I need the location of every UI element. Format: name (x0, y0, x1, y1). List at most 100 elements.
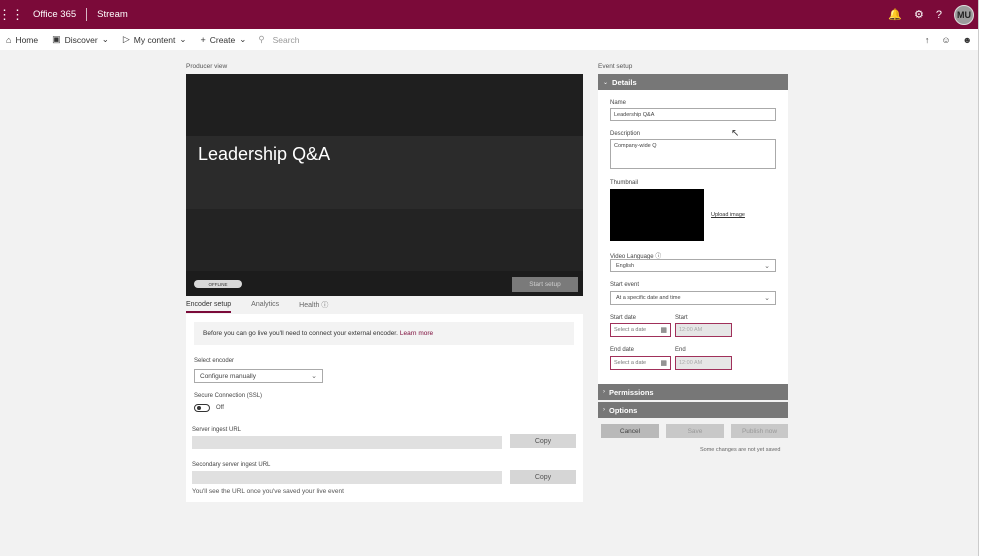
nav-my-content[interactable]: ▷ My content ⌄ (123, 34, 187, 45)
chevron-down-icon: ⌄ (101, 34, 109, 44)
learn-more-link[interactable]: Learn more (400, 330, 433, 337)
chevron-down-icon: ⌄ (311, 373, 317, 380)
description-input[interactable]: Company-wide Q (610, 139, 776, 169)
encoder-select[interactable]: Configure manually ⌄ (194, 369, 323, 383)
server-url-field[interactable] (192, 436, 502, 449)
discover-icon: ▣ (52, 34, 61, 44)
ssl-state: Off (216, 405, 224, 411)
suite-header: ⋮⋮ Office 365 Stream 🔔 ⚙ ? MU (0, 0, 978, 29)
event-setup-label: Event setup (598, 63, 633, 70)
help-icon[interactable]: ? (936, 9, 942, 21)
save-button[interactable]: Save (666, 424, 724, 438)
options-accordion[interactable]: › Options (598, 402, 788, 418)
start-date-placeholder: Select a date (614, 327, 647, 333)
end-time-label: End (675, 347, 686, 353)
upload-image-link[interactable]: Upload image (711, 212, 745, 218)
nav-create[interactable]: + Create ⌄ (200, 34, 246, 45)
chevron-down-icon: ⌄ (179, 34, 187, 44)
name-input[interactable]: Leadership Q&A (610, 108, 776, 121)
encoder-info-text: Before you can go live you'll need to co… (203, 330, 398, 337)
gear-icon[interactable]: ⚙ (914, 8, 924, 21)
tab-analytics[interactable]: Analytics (251, 301, 279, 311)
server-url-label: Server ingest URL (192, 427, 242, 433)
chevron-right-icon: › (603, 389, 605, 395)
start-time-placeholder: 12:00 AM (679, 327, 703, 333)
encoder-info: Before you can go live you'll need to co… (194, 322, 574, 345)
options-heading: Options (609, 405, 638, 415)
nav-create-label: Create (209, 34, 236, 45)
start-event-label: Start event (610, 282, 640, 288)
header-actions: 🔔 ⚙ ? MU (888, 0, 974, 29)
name-label: Name (610, 100, 627, 106)
start-setup-button[interactable]: Start setup (512, 277, 578, 292)
tab-encoder-setup[interactable]: Encoder setup (186, 301, 232, 313)
description-label: Description (610, 131, 641, 137)
start-event-select[interactable]: At a specific date and time ⌄ (610, 291, 776, 305)
producer-tabs: Encoder setup Analytics Health ⓘ (186, 298, 583, 314)
app-launcher-icon[interactable]: ⋮⋮ (0, 0, 24, 29)
calendar-icon: ▦ (660, 360, 667, 367)
nav-home[interactable]: ⌂ Home (6, 35, 38, 45)
chevron-down-icon: ⌄ (239, 34, 247, 44)
cancel-button[interactable]: Cancel (601, 424, 659, 438)
encoder-select-value: Configure manually (200, 372, 257, 380)
secondary-url-field[interactable] (192, 471, 502, 484)
end-time-picker[interactable]: 12:00 AM (675, 356, 732, 370)
video-title: Leadership Q&A (198, 144, 331, 164)
search-input[interactable]: Search (273, 35, 300, 45)
copy-server-url-button[interactable]: Copy (510, 434, 576, 448)
nav-home-label: Home (15, 34, 39, 45)
bell-icon[interactable]: 🔔 (888, 8, 902, 21)
upload-icon[interactable]: ↑ (925, 35, 930, 45)
stream-app-name[interactable]: Stream (97, 9, 128, 20)
office-365-brand[interactable]: Office 365 (33, 9, 76, 20)
video-band (186, 209, 583, 271)
smiley-icon[interactable]: ☻ (963, 35, 972, 45)
description-input-value: Company-wide Q (614, 143, 657, 149)
publish-now-button[interactable]: Publish now (731, 424, 789, 438)
video-language-select[interactable]: English ⌄ (610, 259, 776, 272)
ssl-toggle[interactable] (194, 404, 210, 412)
nav-discover-label: Discover (64, 34, 98, 45)
header-divider (86, 8, 88, 21)
end-date-picker[interactable]: Select a date ▦ (610, 356, 671, 370)
thumbnail-label: Thumbnail (610, 180, 639, 186)
stream-nav: ⌂ Home ▣ Discover ⌄ ▷ My content ⌄ + Cre… (0, 29, 978, 50)
permissions-heading: Permissions (609, 387, 654, 397)
avatar[interactable]: MU (954, 4, 974, 25)
select-encoder-label: Select encoder (194, 358, 235, 364)
copy-secondary-url-button[interactable]: Copy (510, 470, 576, 484)
details-heading: Details (612, 77, 637, 87)
start-date-label: Start date (610, 315, 637, 321)
end-time-placeholder: 12:00 AM (679, 360, 703, 366)
end-date-label: End date (610, 347, 635, 353)
chevron-down-icon: ⌄ (764, 262, 770, 270)
start-time-picker[interactable]: 12:00 AM (675, 323, 732, 337)
calendar-icon: ▦ (660, 327, 667, 334)
secondary-url-label: Secondary server ingest URL (192, 462, 271, 468)
person-icon[interactable]: ☺ (941, 35, 950, 45)
start-event-value: At a specific date and time (616, 295, 681, 301)
producer-view-label: Producer view (186, 63, 228, 70)
encoder-setup-panel: Before you can go live you'll need to co… (186, 314, 583, 502)
video-band (186, 74, 583, 136)
secure-connection-label: Secure Connection (SSL) (194, 393, 263, 399)
event-actions: Cancel Save Publish now (598, 424, 789, 438)
video-icon: ▷ (122, 34, 130, 44)
permissions-accordion[interactable]: › Permissions (598, 384, 788, 400)
nav-discover[interactable]: ▣ Discover ⌄ (52, 34, 109, 45)
url-footer-note: You'll see the URL once you've saved you… (192, 488, 344, 495)
nav-right-actions: ↑ ☺ ☻ (925, 29, 972, 50)
start-date-picker[interactable]: Select a date ▦ (610, 323, 671, 337)
tab-health[interactable]: Health ⓘ (299, 300, 328, 313)
home-icon: ⌂ (6, 34, 12, 45)
details-panel: Name Leadership Q&A Description Company-… (598, 90, 788, 384)
mouse-cursor-icon: ↖ (731, 128, 740, 139)
search-box[interactable]: ⚲ Search (258, 34, 299, 45)
details-accordion[interactable]: ⌄ Details (598, 74, 788, 90)
search-icon: ⚲ (258, 34, 265, 44)
chevron-down-icon: ⌄ (764, 295, 770, 302)
video-preview: Leadership Q&A OFFLINE Start setup (186, 74, 583, 296)
nav-my-content-label: My content (133, 34, 176, 45)
scrollbar[interactable] (978, 0, 984, 556)
